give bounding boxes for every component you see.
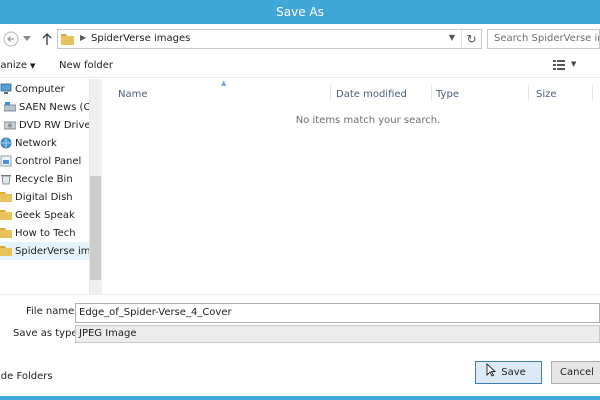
- breadcrumb-current-folder[interactable]: SpiderVerse images: [91, 33, 190, 44]
- column-header-date-modified[interactable]: Date modified: [322, 85, 432, 103]
- column-header-label: Date modified: [336, 88, 407, 100]
- column-header-label: Name: [118, 88, 148, 100]
- save-as-type-value: JPEG Image: [79, 328, 137, 339]
- nav-item-dvd-drive[interactable]: DVD RW Drive (: [0, 116, 89, 134]
- network-icon: [0, 137, 12, 149]
- search-input[interactable]: Search SpiderVerse im...: [487, 29, 600, 49]
- address-bar[interactable]: ▶ SpiderVerse images ▼ ↻: [57, 29, 482, 49]
- column-header-label: Type: [436, 88, 459, 100]
- drive-icon: [4, 102, 16, 112]
- search-placeholder: Search SpiderVerse im...: [494, 33, 599, 44]
- chevron-down-icon: [23, 36, 31, 41]
- nav-item-network[interactable]: Network: [0, 134, 89, 152]
- hide-folders-toggle[interactable]: ide Folders: [0, 371, 53, 382]
- back-button[interactable]: [2, 30, 20, 48]
- save-button-label: Save: [501, 367, 526, 378]
- folder-icon: [0, 192, 12, 202]
- address-history-dropdown-icon[interactable]: ▼: [449, 33, 455, 42]
- refresh-button[interactable]: ↻: [461, 30, 481, 48]
- recent-locations-button[interactable]: [22, 30, 32, 48]
- navigation-pane: Computer SAEN News (C:) DVD RW Drive ( N…: [0, 79, 102, 294]
- command-toolbar: ganize▼ New folder ▼: [0, 56, 600, 78]
- nav-item-computer[interactable]: Computer: [0, 80, 89, 98]
- nav-item-geek-speak[interactable]: Geek Speak: [0, 206, 89, 224]
- save-as-type-select[interactable]: JPEG Image: [75, 325, 600, 343]
- file-name-input[interactable]: Edge_of_Spider-Verse_4_Cover: [75, 303, 600, 323]
- nav-item-control-panel[interactable]: Control Panel: [0, 152, 89, 170]
- column-header-size[interactable]: Size: [522, 85, 592, 103]
- column-divider[interactable]: [592, 85, 593, 101]
- cancel-button-label: Cancel: [560, 367, 594, 378]
- chevron-down-icon: ▼: [30, 62, 36, 70]
- new-folder-label: New folder: [59, 60, 114, 71]
- address-row: ▶ SpiderVerse images ▼ ↻ Search SpiderVe…: [0, 24, 600, 56]
- up-arrow-icon: [42, 33, 52, 45]
- folder-icon: [0, 210, 12, 220]
- file-list: ▲ Name Date modified Type Size No items …: [104, 79, 600, 294]
- back-arrow-icon: [3, 31, 19, 47]
- organize-label: ganize: [0, 60, 27, 71]
- nav-item-saen-news-drive[interactable]: SAEN News (C:): [0, 98, 89, 116]
- organize-button[interactable]: ganize▼: [0, 60, 35, 71]
- recycle-bin-icon: [1, 175, 11, 185]
- nav-item-label: Digital Dish: [15, 191, 73, 203]
- folder-icon: [61, 34, 74, 45]
- empty-results-message: No items match your search.: [295, 115, 441, 126]
- up-button[interactable]: [38, 30, 56, 48]
- navigation-scrollbar-thumb[interactable]: [90, 176, 101, 280]
- nav-item-digital-dish[interactable]: Digital Dish: [0, 188, 89, 206]
- nav-item-spiderverse-images[interactable]: SpiderVerse imag: [0, 242, 89, 260]
- nav-item-label: DVD RW Drive (: [19, 119, 89, 131]
- dvd-drive-icon: [4, 121, 16, 130]
- column-header-type[interactable]: Type: [422, 85, 532, 103]
- nav-item-label: Geek Speak: [15, 209, 75, 221]
- save-options-panel: File name: Edge_of_Spider-Verse_4_Cover …: [0, 294, 600, 400]
- control-panel-icon: [0, 155, 12, 167]
- file-name-value: Edge_of_Spider-Verse_4_Cover: [79, 307, 232, 318]
- folder-icon: [0, 228, 12, 238]
- folder-icon: [0, 246, 12, 256]
- window-title-bar: Save As: [0, 0, 600, 24]
- computer-icon: [0, 83, 12, 94]
- nav-item-recycle-bin[interactable]: Recycle Bin: [0, 170, 89, 188]
- nav-item-label: Network: [15, 137, 57, 149]
- breadcrumb-separator-icon: ▶: [80, 33, 87, 42]
- nav-item-label: Computer: [15, 83, 65, 95]
- new-folder-button[interactable]: New folder: [59, 60, 113, 71]
- window-title: Save As: [276, 5, 324, 19]
- cancel-button[interactable]: Cancel: [551, 361, 600, 384]
- file-name-label: File name:: [26, 306, 78, 317]
- change-view-icon[interactable]: [553, 60, 565, 70]
- nav-item-label: How to Tech: [15, 227, 76, 239]
- column-header-name[interactable]: Name: [104, 85, 330, 103]
- nav-item-label: SAEN News (C:): [19, 101, 89, 113]
- nav-item-how-to-tech[interactable]: How to Tech: [0, 224, 89, 242]
- hide-folders-label: ide Folders: [0, 371, 53, 382]
- refresh-icon: ↻: [466, 32, 477, 46]
- nav-item-label: Control Panel: [15, 155, 82, 167]
- save-as-type-label: Save as type:: [13, 328, 81, 339]
- nav-item-label: Recycle Bin: [15, 173, 73, 185]
- window-bottom-border: [0, 396, 600, 400]
- column-header-label: Size: [536, 88, 557, 100]
- view-options-dropdown-icon[interactable]: ▼: [571, 60, 576, 68]
- mouse-cursor-icon: [486, 363, 496, 377]
- nav-item-label: SpiderVerse imag: [15, 245, 89, 257]
